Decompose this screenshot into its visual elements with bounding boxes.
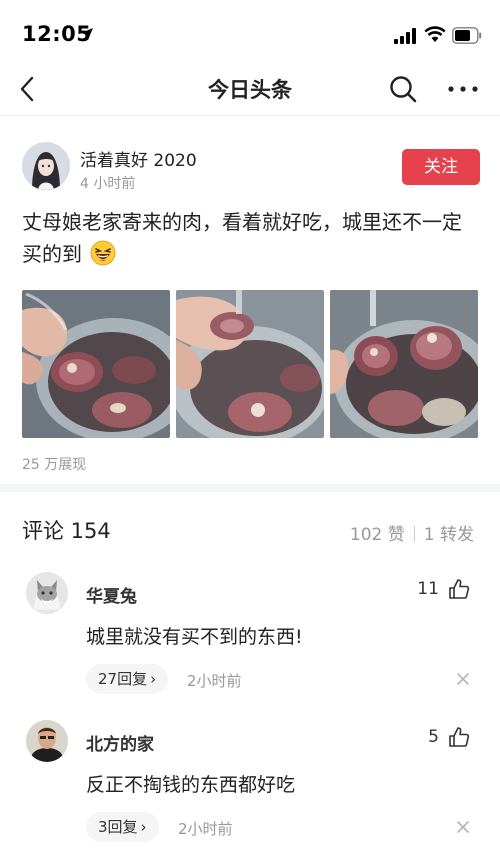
post-text: 丈母娘老家寄来的肉，看着就好吃，城里还不一定买的到 bbox=[22, 206, 480, 270]
comments-stats: 102 赞 1 转发 bbox=[350, 520, 474, 545]
author-row: 活着真好 2020 4 小时前 关注 bbox=[22, 142, 482, 198]
commenter-name[interactable]: 北方的家 bbox=[86, 730, 154, 755]
view-count: 25 万展现 bbox=[22, 457, 87, 473]
post-photo-1[interactable] bbox=[22, 290, 170, 438]
laughing-emoji-icon bbox=[90, 240, 116, 266]
like-count[interactable]: 102 赞 bbox=[350, 525, 405, 545]
close-icon[interactable] bbox=[456, 820, 470, 834]
share-count[interactable]: 1 转发 bbox=[424, 525, 474, 545]
post-photo-2[interactable] bbox=[176, 290, 324, 438]
search-icon[interactable] bbox=[388, 74, 418, 104]
commenter-name[interactable]: 华夏兔 bbox=[86, 582, 137, 607]
post-photo-3[interactable] bbox=[330, 290, 478, 438]
battery-icon bbox=[452, 27, 482, 44]
post-time: 4 小时前 bbox=[80, 176, 136, 192]
post-body: 丈母娘老家寄来的肉，看着就好吃，城里还不一定买的到 bbox=[22, 210, 462, 266]
chevron-right-icon: › bbox=[140, 818, 147, 836]
replies-count: 27回复 bbox=[98, 670, 148, 688]
chevron-right-icon: › bbox=[150, 670, 157, 688]
commenter-avatar[interactable] bbox=[26, 572, 68, 614]
comment-like-count: 5 bbox=[428, 727, 439, 747]
thumbs-up-icon bbox=[449, 579, 470, 599]
more-icon[interactable] bbox=[446, 76, 480, 102]
thumbs-up-icon bbox=[449, 727, 470, 747]
close-icon[interactable] bbox=[456, 672, 470, 686]
comment-like-count: 11 bbox=[417, 579, 439, 599]
comment-text: 城里就没有买不到的东西! bbox=[86, 626, 303, 648]
wifi-icon bbox=[424, 26, 446, 42]
page-title: 今日头条 bbox=[208, 78, 292, 102]
location-arrow-icon bbox=[81, 28, 93, 40]
stats-separator bbox=[413, 526, 415, 542]
follow-button[interactable]: 关注 bbox=[402, 149, 480, 185]
comment-time: 2小时前 bbox=[178, 820, 233, 838]
status-bar: 12:05 bbox=[0, 0, 500, 62]
author-name[interactable]: 活着真好 2020 bbox=[80, 146, 197, 171]
comment-item: 北方的家 5 反正不掏钱的东西都好吃 3回复 › 2小时前 bbox=[0, 720, 500, 860]
nav-bar: 今日头条 bbox=[0, 62, 500, 116]
commenter-avatar[interactable] bbox=[26, 720, 68, 762]
comments-title: 评论 154 bbox=[22, 519, 111, 543]
section-divider bbox=[0, 484, 500, 492]
author-avatar[interactable] bbox=[22, 142, 70, 190]
replies-button[interactable]: 27回复 › bbox=[86, 664, 169, 694]
cellular-signal-icon bbox=[394, 28, 416, 44]
replies-count: 3回复 bbox=[98, 818, 138, 836]
comment-like-button[interactable]: 5 bbox=[428, 726, 470, 754]
comment-item: 华夏兔 11 城里就没有买不到的东西! 27回复 › 2小时前 bbox=[0, 572, 500, 712]
comment-text: 反正不掏钱的东西都好吃 bbox=[86, 774, 296, 796]
replies-button[interactable]: 3回复 › bbox=[86, 812, 159, 842]
comment-like-button[interactable]: 11 bbox=[417, 578, 470, 606]
comment-time: 2小时前 bbox=[187, 672, 242, 690]
